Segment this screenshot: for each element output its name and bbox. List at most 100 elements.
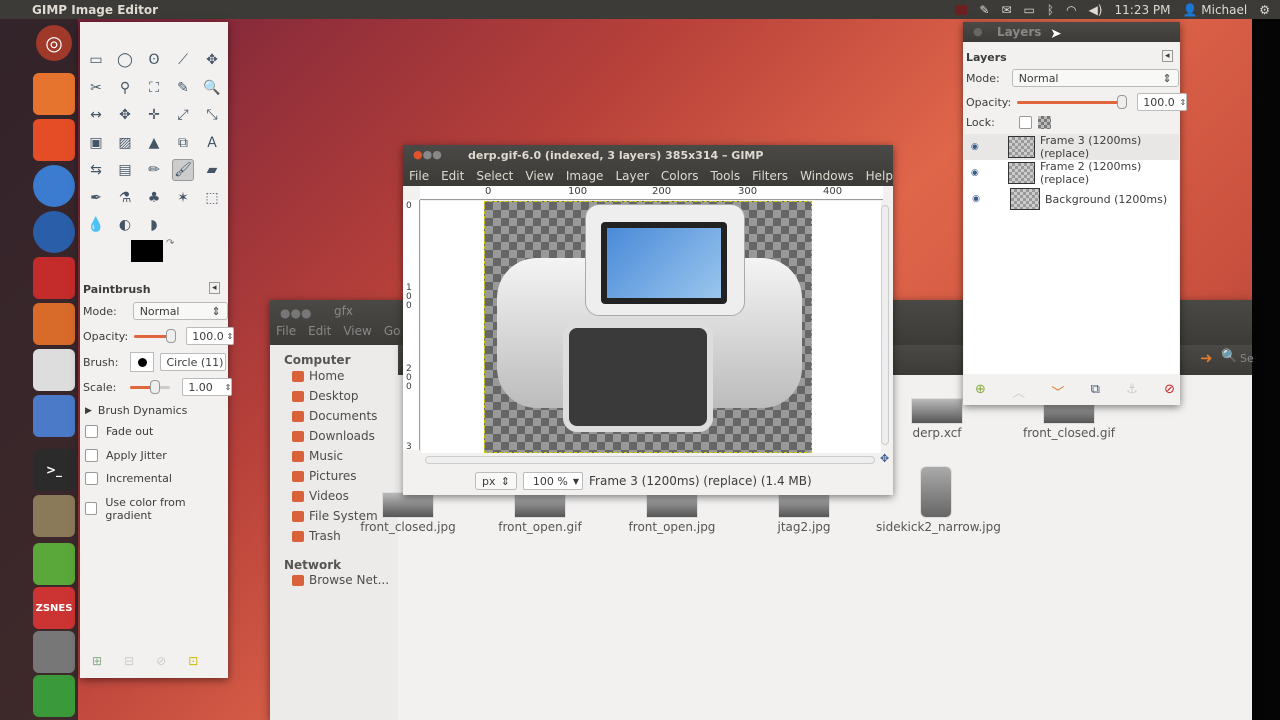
checkbox-apply-jitter[interactable]: Apply Jitter — [85, 448, 167, 462]
image-canvas[interactable] — [484, 201, 812, 453]
tool-button[interactable]: ✂ — [85, 77, 107, 99]
file-item[interactable]: sidekick2_narrow.jpg — [876, 466, 1001, 534]
user-menu[interactable]: 👤 Michael — [1183, 3, 1248, 17]
menu-help[interactable]: Help — [866, 169, 893, 183]
tool-button[interactable]: ▤ — [114, 159, 136, 181]
menu-windows[interactable]: Windows — [800, 169, 854, 183]
tool-button[interactable]: ◗ — [143, 214, 165, 236]
opacity-slider[interactable] — [134, 328, 177, 343]
menu-select[interactable]: Select — [476, 169, 513, 183]
brush-name-field[interactable]: Circle (11) — [160, 353, 227, 371]
tool-button[interactable]: ♣ — [143, 187, 165, 209]
menu-edit[interactable]: Edit — [441, 169, 464, 183]
window-controls[interactable]: ●●● — [413, 148, 442, 161]
layer-row[interactable]: ◉ Background (1200ms) — [964, 186, 1179, 212]
layer-opacity-slider[interactable] — [1017, 94, 1128, 109]
navigate-icon[interactable]: ✥ — [880, 452, 889, 465]
layer-opacity-spin[interactable]: 100.0 ⇕ — [1137, 93, 1188, 111]
duplicate-layer-icon[interactable]: ⧉ — [1091, 382, 1100, 401]
delete-tool-preset-icon[interactable]: ⊘ — [156, 654, 166, 668]
menu-edit[interactable]: Edit — [308, 324, 331, 338]
reset-tool-options-icon[interactable]: ⊡ — [188, 654, 198, 668]
tool-button[interactable]: A — [201, 132, 223, 154]
raise-layer-icon[interactable]: ︿ — [1012, 382, 1025, 401]
thunderbird-icon[interactable] — [33, 211, 75, 253]
sidebar-item-home[interactable]: Home — [292, 369, 344, 383]
tool-button[interactable]: ⤡ — [201, 104, 223, 126]
tool-button[interactable]: ◐ — [114, 214, 136, 236]
new-layer-icon[interactable]: ⊕ — [975, 382, 986, 401]
canvas-area[interactable] — [421, 201, 881, 453]
lock-alpha-icon[interactable] — [1037, 116, 1051, 129]
sidebar-item-pictures[interactable]: Pictures — [292, 469, 357, 483]
close-icon[interactable]: ● — [973, 25, 983, 38]
tool-button[interactable]: ⚗ — [114, 187, 136, 209]
panel-menu-icon[interactable]: ◂ — [209, 282, 220, 294]
tool-button[interactable]: ▲ — [143, 132, 165, 154]
opacity-spin[interactable]: 100.0 ⇕ — [186, 327, 235, 345]
menu-file[interactable]: File — [276, 324, 296, 338]
restore-tool-preset-icon[interactable]: ⊟ — [124, 654, 134, 668]
file-item[interactable]: front_open.gif — [480, 492, 600, 534]
checkbox-incremental[interactable]: Incremental — [85, 472, 172, 485]
files-icon[interactable] — [33, 73, 75, 115]
sidebar-item-browse-network[interactable]: Browse Net... — [292, 573, 389, 587]
file-item[interactable]: front_open.jpg — [612, 492, 732, 534]
tool-button[interactable]: ▣ — [85, 132, 107, 154]
menu-tools[interactable]: Tools — [711, 169, 741, 183]
tool-button[interactable]: ⚲ — [114, 77, 136, 99]
inkscape-icon[interactable] — [33, 303, 75, 345]
sidebar-item-music[interactable]: Music — [292, 449, 343, 463]
tool-button[interactable]: ↔ — [85, 104, 107, 126]
ubuntu-dash-icon[interactable]: ◎ — [36, 25, 72, 61]
layer-mode-select[interactable]: Normal ⇕ — [1011, 69, 1179, 87]
tool-button[interactable]: 🔍 — [201, 77, 223, 99]
zoom-select[interactable]: 100 % ▼ — [523, 472, 583, 490]
sidebar-item-trash[interactable]: Trash — [292, 529, 341, 543]
menu-image[interactable]: Image — [566, 169, 604, 183]
tool-button[interactable]: ▨ — [114, 132, 136, 154]
tool-button[interactable]: ✥ — [114, 104, 136, 126]
tool-button[interactable]: ⧉ — [172, 132, 194, 154]
window-controls[interactable]: ●●● — [280, 306, 311, 320]
menu-colors[interactable]: Colors — [661, 169, 699, 183]
gimp-icon[interactable] — [33, 495, 75, 537]
bluetooth-icon[interactable]: ᛒ — [1047, 3, 1054, 17]
firefox-icon[interactable] — [33, 119, 75, 161]
layer-row[interactable]: ◉ Frame 3 (1200ms) (replace) — [964, 134, 1179, 160]
pidgin-icon[interactable] — [33, 395, 75, 437]
pdf-reader-icon[interactable] — [33, 257, 75, 299]
tool-button[interactable]: ⟋ — [172, 49, 194, 71]
chromium-icon[interactable] — [33, 165, 75, 207]
tool-button[interactable]: ▰ — [201, 159, 223, 181]
terminal-icon[interactable]: >_ — [33, 449, 75, 491]
visibility-eye-icon[interactable]: ◉ — [964, 168, 986, 178]
brush-dynamics-expander[interactable]: ▶ Brush Dynamics — [85, 404, 187, 417]
spreadsheet-icon[interactable] — [33, 675, 75, 717]
menu-file[interactable]: File — [409, 169, 429, 183]
tool-button[interactable]: ⬚ — [201, 187, 223, 209]
anchor-layer-icon[interactable]: ⚓ — [1126, 382, 1138, 401]
checkbox[interactable] — [85, 502, 98, 515]
vertical-scrollbar[interactable] — [881, 205, 889, 445]
menu-go[interactable]: Go — [384, 324, 401, 338]
unit-select[interactable]: px ⇕ — [475, 472, 517, 490]
tool-button[interactable]: ◯ — [114, 49, 136, 71]
tool-button[interactable]: ✛ — [143, 104, 165, 126]
mail-icon[interactable]: ✉ — [1001, 3, 1011, 17]
checkbox[interactable] — [85, 448, 98, 462]
tool-button[interactable]: ✒ — [85, 187, 107, 209]
menu-view[interactable]: View — [525, 169, 553, 183]
menu-layer[interactable]: Layer — [615, 169, 648, 183]
scale-spin[interactable]: 1.00 ⇕ — [182, 378, 233, 396]
save-tool-preset-icon[interactable]: ⊞ — [92, 654, 102, 668]
network-status-icon[interactable] — [955, 4, 968, 15]
lock-pixels-checkbox[interactable] — [1018, 116, 1032, 129]
tool-button[interactable]: ʘ — [143, 49, 165, 71]
tool-button[interactable]: ⤢ — [172, 104, 194, 126]
menu-view[interactable]: View — [343, 324, 371, 338]
checkbox[interactable] — [85, 425, 98, 438]
menu-filters[interactable]: Filters — [752, 169, 788, 183]
clock[interactable]: 11:23 PM — [1115, 3, 1171, 17]
brush-preview[interactable] — [130, 352, 155, 372]
